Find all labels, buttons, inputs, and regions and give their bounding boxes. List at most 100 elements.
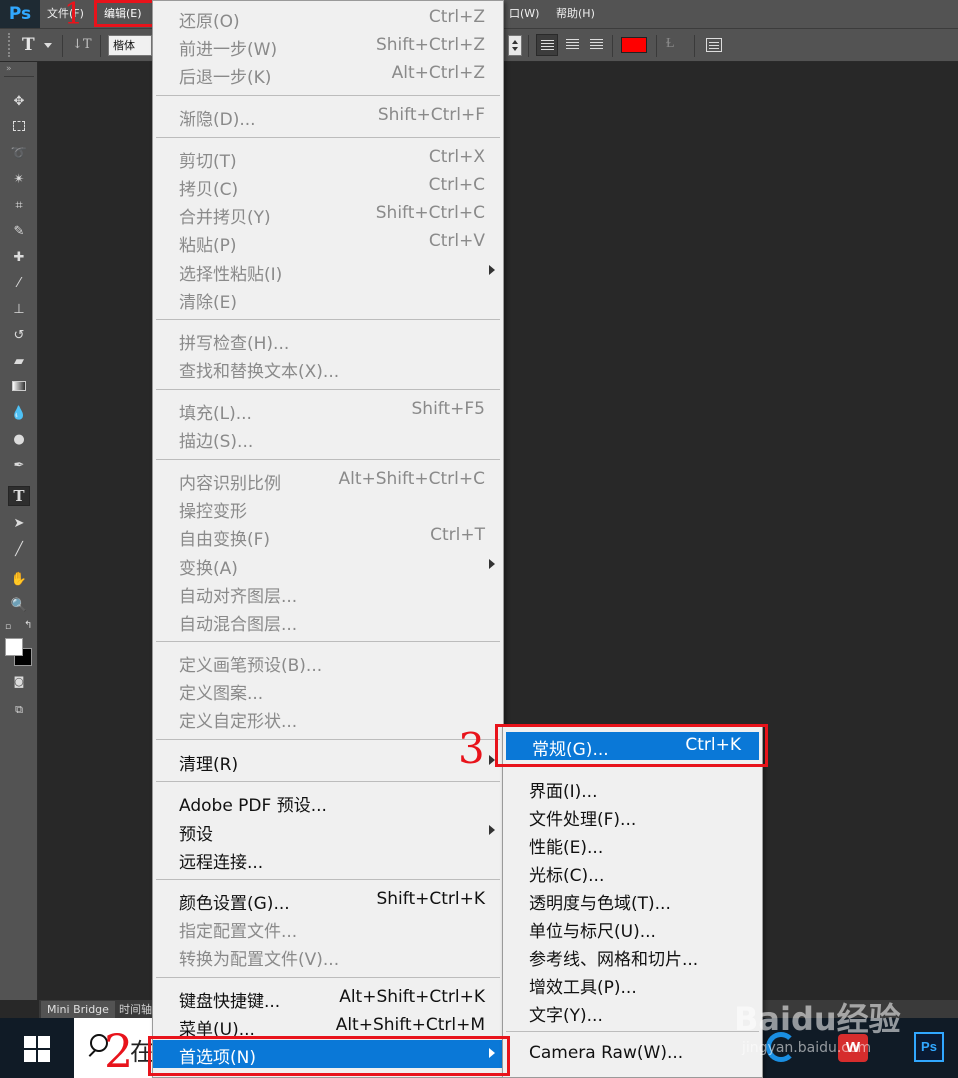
line-tool-icon[interactable]: ╱: [8, 540, 30, 560]
edit-menu-item[interactable]: Adobe PDF 预设...: [153, 788, 503, 816]
type-tool-icon[interactable]: T: [22, 35, 35, 55]
menu-separator: [506, 1031, 759, 1032]
tool-preset-dropdown-icon[interactable]: [44, 43, 52, 48]
edit-menu-item[interactable]: 还原(O) Ctrl+Z: [153, 4, 503, 32]
foreground-color-swatch[interactable]: [5, 638, 23, 656]
magic-wand-tool-icon[interactable]: ✴: [8, 170, 30, 190]
edit-menu-item[interactable]: 定义图案...: [153, 676, 503, 704]
edit-menu-item[interactable]: 前进一步(W) Shift+Ctrl+Z: [153, 32, 503, 60]
gradient-tool-icon[interactable]: [8, 378, 30, 398]
marquee-tool-icon[interactable]: [8, 118, 30, 138]
edit-menu-item[interactable]: 指定配置文件...: [153, 914, 503, 942]
edit-menu-item[interactable]: 选择性粘贴(I): [153, 257, 503, 285]
brush-tool-icon[interactable]: ⁄: [8, 274, 30, 294]
edit-menu-item[interactable]: 转换为配置文件(V)...: [153, 942, 503, 970]
align-center-button[interactable]: [562, 34, 584, 56]
tab-mini-bridge[interactable]: Mini Bridge: [41, 1001, 115, 1018]
blur-tool-icon[interactable]: 💧: [8, 404, 30, 424]
separator: [4, 76, 34, 77]
text-color-swatch[interactable]: [621, 37, 647, 53]
edit-menu-item[interactable]: 描边(S)...: [153, 424, 503, 452]
edit-menu-item[interactable]: 颜色设置(G)... Shift+Ctrl+K: [153, 886, 503, 914]
edit-menu-item[interactable]: 自动对齐图层...: [153, 579, 503, 607]
move-tool-icon[interactable]: ✥: [8, 92, 30, 112]
align-left-button[interactable]: [536, 34, 558, 56]
edit-menu-item[interactable]: 拼写检查(H)...: [153, 326, 503, 354]
crop-tool-icon[interactable]: ⌗: [8, 196, 30, 216]
menu-separator: [156, 977, 500, 978]
type-tool-active-icon[interactable]: T: [8, 486, 30, 506]
edit-menu-item[interactable]: 合并拷贝(Y) Shift+Ctrl+C: [153, 200, 503, 228]
character-panel-icon[interactable]: [706, 38, 722, 52]
edit-menu-item[interactable]: 清理(R): [153, 747, 503, 775]
dodge-tool-icon[interactable]: ●: [8, 430, 30, 450]
preferences-menu-item[interactable]: 光标(C)...: [503, 858, 762, 886]
zoom-tool-icon[interactable]: 🔍: [8, 596, 30, 616]
edit-menu-item[interactable]: 查找和替换文本(X)...: [153, 354, 503, 382]
default-colors-icon[interactable]: ▫: [5, 622, 11, 632]
eraser-tool-icon[interactable]: ▰: [8, 352, 30, 372]
history-brush-tool-icon[interactable]: ↺: [8, 326, 30, 346]
edit-menu-item[interactable]: 操控变形: [153, 494, 503, 522]
path-selection-tool-icon[interactable]: ➤: [8, 514, 30, 534]
edit-menu-item[interactable]: 自由变换(F) Ctrl+T: [153, 522, 503, 550]
menu-item-shortcut: Alt+Ctrl+Z: [391, 63, 485, 83]
tab-timeline[interactable]: 时间轴: [115, 1001, 156, 1018]
preferences-menu-item[interactable]: 增效工具(P)...: [503, 970, 762, 998]
font-family-select[interactable]: 楷体: [108, 35, 152, 56]
photoshop-taskbar-icon[interactable]: Ps: [914, 1032, 944, 1062]
menu-item-label: 操控变形: [179, 502, 247, 522]
menu-item-label: 透明度与色域(T)...: [529, 894, 671, 914]
menu-item-label: 界面(I)...: [529, 782, 598, 802]
screen-mode-icon[interactable]: ⧉: [8, 700, 30, 720]
edit-menu-item[interactable]: 自动混合图层...: [153, 607, 503, 635]
edit-menu-item[interactable]: 预设: [153, 817, 503, 845]
menu-item-label: 键盘快捷键...: [179, 992, 281, 1012]
edit-menu-item[interactable]: 渐隐(D)... Shift+Ctrl+F: [153, 102, 503, 130]
healing-brush-tool-icon[interactable]: ✚: [8, 248, 30, 268]
quick-mask-icon[interactable]: ◙: [8, 672, 30, 692]
separator: [62, 35, 63, 57]
edit-menu-item[interactable]: 内容识别比例 Alt+Shift+Ctrl+C: [153, 466, 503, 494]
edit-menu-item[interactable]: 后退一步(K) Alt+Ctrl+Z: [153, 60, 503, 88]
menu-item-label: 性能(E)...: [529, 838, 604, 858]
align-right-button[interactable]: [586, 34, 608, 56]
edit-menu-item[interactable]: 变换(A): [153, 551, 503, 579]
clone-stamp-tool-icon[interactable]: ⊥: [8, 300, 30, 320]
menu-item-shortcut: Shift+Ctrl+F: [377, 105, 485, 125]
edit-menu-item[interactable]: 定义自定形状...: [153, 704, 503, 732]
edit-menu-item[interactable]: 剪切(T) Ctrl+X: [153, 144, 503, 172]
preferences-menu-item[interactable]: 性能(E)...: [503, 830, 762, 858]
preferences-menu-item[interactable]: 界面(I)...: [503, 774, 762, 802]
pen-tool-icon[interactable]: ✒: [8, 456, 30, 476]
edit-menu-item[interactable]: 定义画笔预设(B)...: [153, 648, 503, 676]
eyedropper-tool-icon[interactable]: ✎: [8, 222, 30, 242]
hand-tool-icon[interactable]: ✋: [8, 570, 30, 590]
windows-start-icon[interactable]: [24, 1036, 50, 1062]
edit-menu-item[interactable]: 拷贝(C) Ctrl+C: [153, 172, 503, 200]
swap-colors-icon[interactable]: ↰: [24, 620, 32, 631]
preferences-menu-item[interactable]: 文件处理(F)...: [503, 802, 762, 830]
preferences-menu-item[interactable]: 文字(Y)...: [503, 998, 762, 1026]
edit-menu-item[interactable]: 填充(L)... Shift+F5: [153, 396, 503, 424]
warp-text-icon[interactable]: Ɫ: [666, 35, 675, 52]
menu-item-label: 后退一步(K): [179, 68, 272, 88]
menu-help[interactable]: 帮助(H): [556, 0, 595, 28]
preferences-menu-item[interactable]: 参考线、网格和切片...: [503, 942, 762, 970]
preferences-menu-item[interactable]: Camera Raw(W)...: [503, 1040, 762, 1068]
menu-item-label: 颜色设置(G)...: [179, 894, 290, 914]
preferences-menu-item[interactable]: 透明度与色域(T)...: [503, 886, 762, 914]
menu-window[interactable]: 口(W): [509, 0, 539, 28]
step-2-marker: 2: [104, 1024, 134, 1078]
edit-menu-item[interactable]: 键盘快捷键... Alt+Shift+Ctrl+K: [153, 984, 503, 1012]
anti-alias-select[interactable]: [508, 35, 522, 56]
edit-menu-item[interactable]: 清除(E): [153, 285, 503, 313]
highlight-box-preferences: [148, 1036, 510, 1076]
text-orientation-icon[interactable]: ↓T: [72, 37, 92, 52]
lasso-tool-icon[interactable]: ➰: [8, 144, 30, 164]
baidu-watermark: Baidu经验: [734, 1000, 901, 1038]
edit-menu-item[interactable]: 粘贴(P) Ctrl+V: [153, 228, 503, 256]
collapse-panel-icon[interactable]: »: [6, 64, 12, 74]
edit-menu-item[interactable]: 远程连接...: [153, 845, 503, 873]
preferences-menu-item[interactable]: 单位与标尺(U)...: [503, 914, 762, 942]
